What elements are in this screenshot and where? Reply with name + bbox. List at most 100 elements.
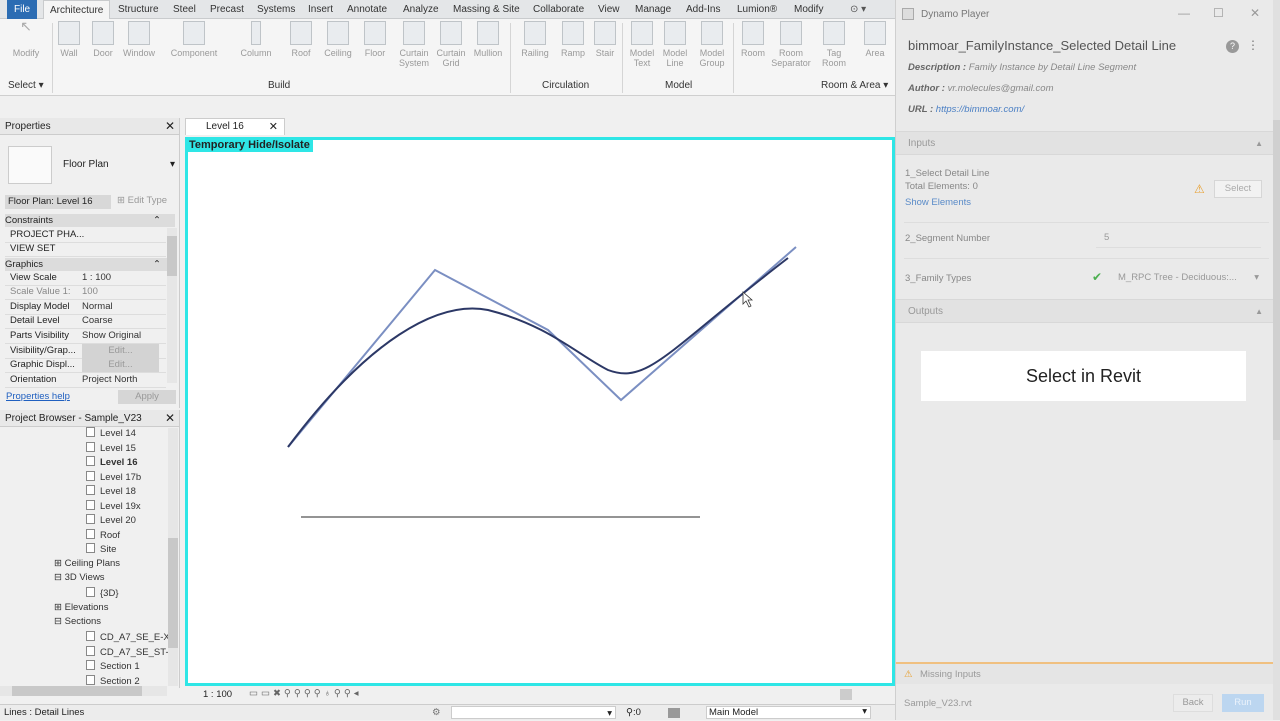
model-group-button[interactable]: Model Group bbox=[694, 21, 730, 68]
tab-precast[interactable]: Precast bbox=[210, 0, 244, 19]
properties-help-link[interactable]: Properties help bbox=[6, 391, 70, 402]
railing-button[interactable]: Railing bbox=[517, 21, 553, 58]
list-item[interactable]: Section 1 bbox=[86, 660, 140, 672]
list-item[interactable]: Level 19x bbox=[86, 500, 141, 512]
tab-overflow-icon[interactable]: ⊙ ▾ bbox=[850, 0, 866, 19]
outputs-section-header[interactable]: Outputs ▲ bbox=[896, 299, 1273, 323]
view-scale[interactable]: 1 : 100 bbox=[203, 689, 232, 700]
mullion-button[interactable]: Mullion bbox=[470, 21, 506, 58]
tab-structure[interactable]: Structure bbox=[118, 0, 159, 19]
area-button[interactable]: Area bbox=[861, 21, 889, 58]
curtain-grid-button[interactable]: Curtain Grid bbox=[434, 21, 468, 68]
tab-steel[interactable]: Steel bbox=[173, 0, 196, 19]
edit-button[interactable]: Edit... bbox=[82, 358, 159, 372]
tab-view[interactable]: View bbox=[598, 0, 620, 19]
list-item[interactable]: CD_A7_SE_E-X bbox=[86, 631, 170, 643]
close-icon[interactable]: ✕ bbox=[269, 119, 278, 135]
dynamo-scrollbar[interactable] bbox=[1273, 0, 1280, 720]
tab-add-ins[interactable]: Add-Ins bbox=[686, 0, 720, 19]
list-item[interactable]: Level 20 bbox=[86, 514, 136, 526]
view-controls-icons[interactable]: ▭▭✖⚲⚲⚲⚲♁⚲⚲◂ bbox=[249, 688, 362, 699]
workset-dropdown[interactable]: ▾ bbox=[451, 706, 616, 719]
back-button[interactable]: Back bbox=[1173, 694, 1213, 712]
tree-node[interactable]: ⊟ 3D Views bbox=[54, 572, 105, 583]
tree-node[interactable]: ⊟ Sections bbox=[54, 616, 101, 627]
hscroll-thumb[interactable] bbox=[840, 689, 852, 700]
tree-node[interactable]: ⊞ Ceiling Plans bbox=[54, 558, 120, 569]
select-dropdown[interactable]: Select ▾ bbox=[8, 80, 44, 91]
segment-number-input[interactable]: 5 bbox=[1096, 228, 1261, 248]
close-icon[interactable]: ✕ bbox=[1250, 6, 1260, 20]
design-option-dropdown[interactable]: Main Model ▾ bbox=[706, 706, 871, 719]
ramp-button[interactable]: Ramp bbox=[557, 21, 589, 58]
model-text-button[interactable]: Model Text bbox=[626, 21, 658, 68]
panel-room-area-label[interactable]: Room & Area ▾ bbox=[821, 80, 888, 91]
tab-level-16[interactable]: Level 16 ✕ bbox=[185, 118, 285, 135]
select-in-revit-output[interactable]: Select in Revit bbox=[921, 351, 1246, 401]
close-icon[interactable]: ✕ bbox=[165, 410, 175, 427]
browser-hscrollbar[interactable] bbox=[0, 686, 167, 696]
apply-button[interactable]: Apply bbox=[118, 390, 176, 404]
spline-detail-line[interactable] bbox=[287, 257, 789, 448]
tab-architecture[interactable]: Architecture bbox=[43, 0, 111, 19]
floor-button[interactable]: Floor bbox=[360, 21, 390, 58]
show-elements-link[interactable]: Show Elements bbox=[905, 197, 971, 208]
chevron-down-icon[interactable]: ▾ bbox=[170, 159, 175, 170]
wall-button[interactable]: Wall bbox=[52, 21, 86, 58]
modify-button[interactable]: ↖ Modify bbox=[8, 19, 44, 58]
list-item[interactable]: Level 17b bbox=[86, 471, 141, 483]
list-item[interactable]: Site bbox=[86, 543, 116, 555]
group-graphics[interactable]: Graphics ⌃ bbox=[5, 258, 175, 271]
list-item[interactable]: Level 16 bbox=[86, 456, 138, 468]
stair-button[interactable]: Stair bbox=[590, 21, 620, 58]
properties-scrollbar[interactable] bbox=[167, 228, 177, 383]
more-menu-icon[interactable]: ⋮ bbox=[1247, 38, 1259, 52]
room-button[interactable]: Room bbox=[737, 21, 769, 58]
tab-analyze[interactable]: Analyze bbox=[403, 0, 439, 19]
group-constraints[interactable]: Constraints ⌃ bbox=[5, 214, 175, 227]
select-button[interactable]: Select bbox=[1214, 180, 1262, 198]
edit-type-button[interactable]: ⊞ Edit Type bbox=[117, 195, 167, 206]
column-button[interactable]: Column bbox=[236, 21, 276, 58]
ceiling-button[interactable]: Ceiling bbox=[320, 21, 356, 58]
window-button[interactable]: Window bbox=[120, 21, 158, 58]
tag-room-button[interactable]: Tag Room bbox=[818, 21, 850, 68]
drawing-canvas[interactable] bbox=[185, 137, 895, 686]
room-separator-button[interactable]: Room Separator bbox=[770, 21, 812, 68]
family-types-dropdown[interactable]: M_RPC Tree - Deciduous:... ▾ bbox=[1114, 268, 1262, 288]
close-icon[interactable]: ✕ bbox=[165, 118, 175, 135]
instance-selector[interactable]: Floor Plan: Level 16 bbox=[5, 195, 111, 209]
tab-insert[interactable]: Insert bbox=[308, 0, 333, 19]
help-icon[interactable]: ? bbox=[1226, 40, 1239, 53]
worksets-icon[interactable]: ⚙ bbox=[432, 705, 441, 720]
list-item[interactable]: Level 15 bbox=[86, 442, 136, 454]
list-item[interactable]: {3D} bbox=[86, 587, 119, 599]
component-button[interactable]: Component bbox=[166, 21, 222, 58]
run-button[interactable]: Run bbox=[1222, 694, 1264, 712]
tab-systems[interactable]: Systems bbox=[257, 0, 295, 19]
tab-modify[interactable]: Modify bbox=[794, 0, 823, 19]
tab-lumion[interactable]: Lumion® bbox=[737, 0, 777, 19]
curtain-system-button[interactable]: Curtain System bbox=[395, 21, 433, 68]
maximize-icon[interactable]: ☐ bbox=[1213, 6, 1224, 20]
tab-annotate[interactable]: Annotate bbox=[347, 0, 387, 19]
browser-scrollbar[interactable] bbox=[168, 428, 178, 686]
tab-collaborate[interactable]: Collaborate bbox=[533, 0, 584, 19]
inputs-section-header[interactable]: Inputs ▲ bbox=[896, 131, 1273, 155]
list-item[interactable]: Level 18 bbox=[86, 485, 136, 497]
tab-file[interactable]: File bbox=[7, 0, 38, 19]
list-item[interactable]: Level 14 bbox=[86, 427, 136, 439]
model-line-button[interactable]: Model Line bbox=[660, 21, 690, 68]
roof-button[interactable]: Roof bbox=[286, 21, 316, 58]
filter-count[interactable]: ⚲:0 bbox=[626, 705, 641, 720]
polyline-detail-line[interactable] bbox=[287, 246, 797, 448]
url-link[interactable]: https://bimmoar.com/ bbox=[936, 104, 1024, 115]
tab-manage[interactable]: Manage bbox=[635, 0, 671, 19]
door-button[interactable]: Door bbox=[88, 21, 118, 58]
list-item[interactable]: Roof bbox=[86, 529, 120, 541]
edit-button[interactable]: Edit... bbox=[82, 344, 159, 358]
tab-massing-site[interactable]: Massing & Site bbox=[453, 0, 520, 19]
list-item[interactable]: CD_A7_SE_ST-X bbox=[86, 646, 175, 658]
minimize-icon[interactable]: — bbox=[1178, 6, 1190, 20]
tree-node[interactable]: ⊞ Elevations bbox=[54, 602, 108, 613]
